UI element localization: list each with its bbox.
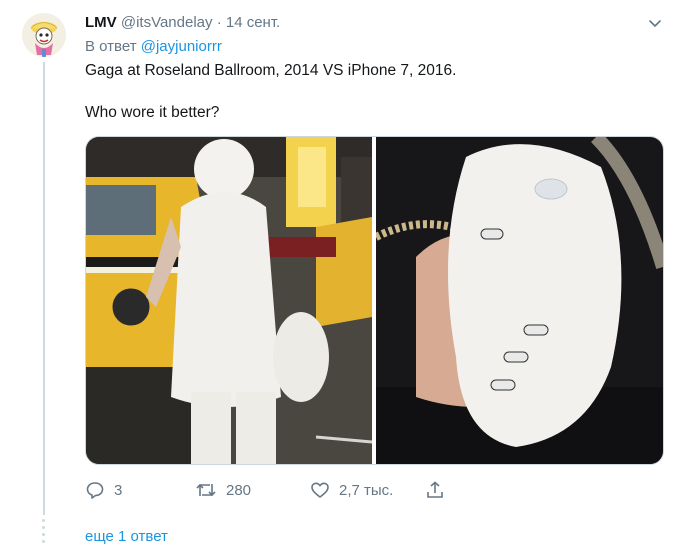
display-name[interactable]: LMV <box>85 14 117 31</box>
tweet-text-line-1: Gaga at Roseland Ballroom, 2014 VS iPhon… <box>85 62 457 79</box>
reply-button[interactable]: 3 <box>85 480 122 500</box>
tweet-text-line-2: Who wore it better? <box>85 104 220 121</box>
like-count: 2,7 тыс. <box>339 481 394 499</box>
like-icon <box>310 480 330 500</box>
thread-line <box>43 62 45 515</box>
tweet-actions: 3 280 2,7 тыс. <box>85 480 465 502</box>
reply-count: 3 <box>114 481 123 499</box>
photo-left[interactable] <box>86 137 373 464</box>
replying-to: В ответ @jayjuniorrr <box>85 38 222 55</box>
retweet-count: 280 <box>226 481 252 499</box>
photo-right[interactable] <box>374 137 663 464</box>
retweet-button[interactable]: 280 <box>195 480 251 500</box>
tweet-date[interactable]: 14 сент. <box>226 14 280 31</box>
retweet-icon <box>195 480 217 500</box>
chevron-down-icon[interactable] <box>646 14 664 32</box>
avatar[interactable] <box>22 13 66 57</box>
header-separator: · <box>216 14 222 31</box>
user-handle[interactable]: @itsVandelay <box>121 14 213 31</box>
tweet-header: LMV @itsVandelay · 14 сент. <box>85 14 280 31</box>
share-icon <box>425 480 445 500</box>
reply-prefix: В ответ <box>85 38 137 55</box>
like-button[interactable]: 2,7 тыс. <box>310 480 393 500</box>
share-button[interactable] <box>425 480 445 500</box>
reply-icon <box>85 480 105 500</box>
show-more-replies-link[interactable]: еще 1 ответ <box>85 528 168 545</box>
thread-dots <box>42 519 46 547</box>
tweet-media <box>85 136 664 465</box>
reply-to-handle[interactable]: @jayjuniorrr <box>141 38 222 55</box>
